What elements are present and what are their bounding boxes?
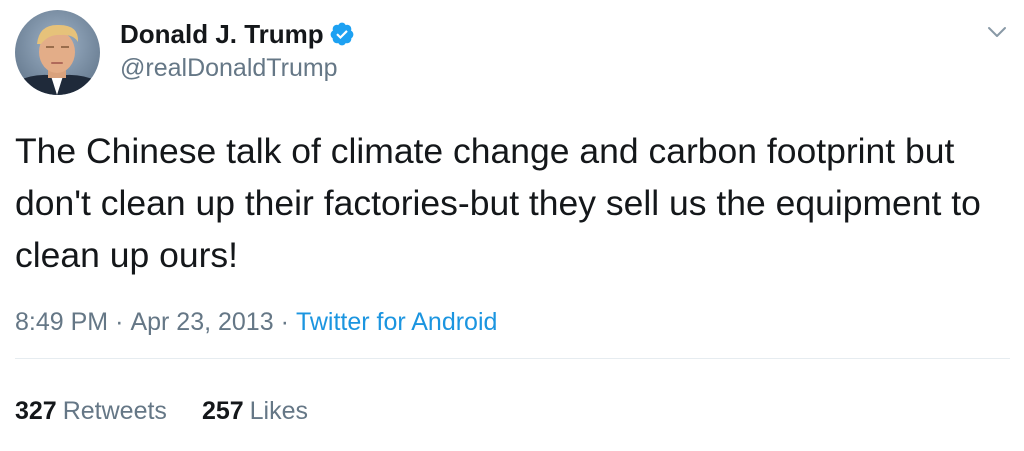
- profile-photo: [15, 10, 100, 95]
- tweet-date[interactable]: Apr 23, 2013: [130, 308, 273, 336]
- tweet-meta: 8:49 PM · Apr 23, 2013 · Twitter for Android: [15, 308, 497, 337]
- likes-stat[interactable]: 257 Likes: [202, 397, 308, 426]
- tweet-time[interactable]: 8:49 PM: [15, 308, 108, 336]
- retweets-label: Retweets: [62, 397, 167, 425]
- author-name-row: Donald J. Trump: [120, 17, 355, 51]
- divider: [15, 358, 1010, 359]
- likes-count: 257: [201, 397, 244, 425]
- tweet-text: The Chinese talk of climate change and c…: [15, 131, 981, 275]
- likes-label: Likes: [249, 397, 309, 425]
- meta-separator: ·: [115, 308, 124, 336]
- author-display-name[interactable]: Donald J. Trump: [120, 19, 324, 50]
- verified-badge-icon: [329, 21, 355, 47]
- tweet-stats: 327 Retweets 257 Likes: [15, 397, 343, 426]
- author-handle[interactable]: @realDonaldTrump: [120, 54, 338, 83]
- retweets-count: 327: [15, 397, 57, 425]
- chevron-down-icon[interactable]: [985, 20, 1009, 44]
- tweet-card: Donald J. Trump @realDonaldTrump The Chi…: [0, 0, 1024, 451]
- retweets-stat[interactable]: 327 Retweets: [15, 397, 167, 426]
- tweet-source-link[interactable]: Twitter for Android: [296, 308, 497, 336]
- meta-separator: ·: [280, 308, 289, 336]
- avatar[interactable]: [15, 10, 100, 95]
